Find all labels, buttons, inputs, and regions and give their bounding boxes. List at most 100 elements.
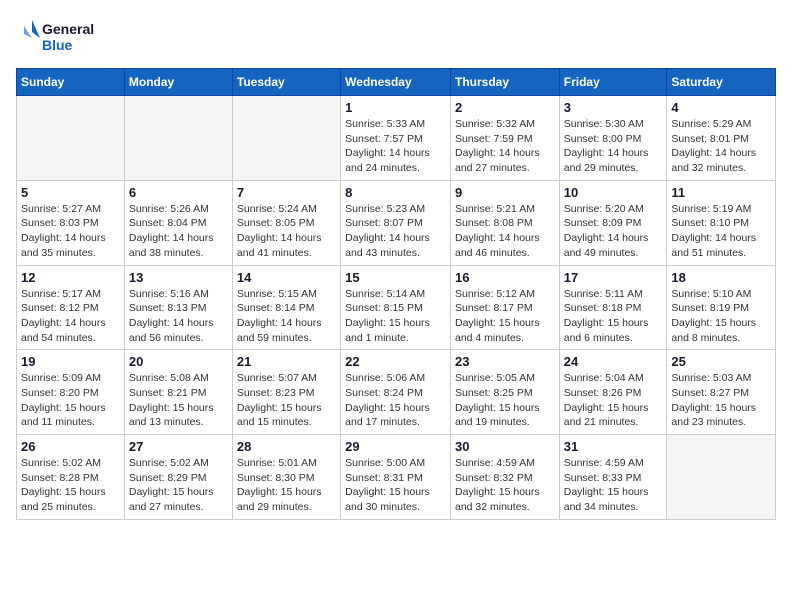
day-info: Sunrise: 5:27 AM Sunset: 8:03 PM Dayligh…	[21, 202, 120, 261]
day-info: Sunrise: 5:29 AM Sunset: 8:01 PM Dayligh…	[671, 117, 771, 176]
day-info: Sunrise: 5:11 AM Sunset: 8:18 PM Dayligh…	[564, 287, 663, 346]
calendar-day-cell: 24 Sunrise: 5:04 AM Sunset: 8:26 PM Dayli…	[559, 350, 667, 435]
day-number: 2	[455, 100, 555, 115]
day-info: Sunrise: 5:09 AM Sunset: 8:20 PM Dayligh…	[21, 371, 120, 430]
calendar-day-cell: 31 Sunrise: 4:59 AM Sunset: 8:33 PM Dayli…	[559, 435, 667, 520]
day-number: 21	[237, 354, 336, 369]
logo: General Blue	[16, 16, 106, 60]
day-number: 10	[564, 185, 663, 200]
day-info: Sunrise: 5:26 AM Sunset: 8:04 PM Dayligh…	[129, 202, 228, 261]
day-info: Sunrise: 5:16 AM Sunset: 8:13 PM Dayligh…	[129, 287, 228, 346]
calendar-day-cell: 14 Sunrise: 5:15 AM Sunset: 8:14 PM Dayli…	[232, 265, 340, 350]
day-info: Sunrise: 5:20 AM Sunset: 8:09 PM Dayligh…	[564, 202, 663, 261]
svg-text:General: General	[42, 21, 94, 37]
calendar-day-cell	[667, 435, 776, 520]
day-info: Sunrise: 5:12 AM Sunset: 8:17 PM Dayligh…	[455, 287, 555, 346]
day-info: Sunrise: 5:02 AM Sunset: 8:29 PM Dayligh…	[129, 456, 228, 515]
day-number: 8	[345, 185, 446, 200]
day-number: 6	[129, 185, 228, 200]
calendar-day-cell: 3 Sunrise: 5:30 AM Sunset: 8:00 PM Daylig…	[559, 96, 667, 181]
calendar-day-cell: 8 Sunrise: 5:23 AM Sunset: 8:07 PM Daylig…	[341, 180, 451, 265]
day-info: Sunrise: 5:32 AM Sunset: 7:59 PM Dayligh…	[455, 117, 555, 176]
calendar-week-row: 5Sunrise: 5:27 AM Sunset: 8:03 PM Daylig…	[17, 180, 776, 265]
day-number: 22	[345, 354, 446, 369]
calendar-table: SundayMondayTuesdayWednesdayThursdayFrid…	[16, 68, 776, 520]
day-number: 11	[671, 185, 771, 200]
day-number: 31	[564, 439, 663, 454]
calendar-day-cell	[232, 96, 340, 181]
weekday-header: Wednesday	[341, 69, 451, 96]
weekday-header: Saturday	[667, 69, 776, 96]
calendar-day-cell: 16 Sunrise: 5:12 AM Sunset: 8:17 PM Dayli…	[450, 265, 559, 350]
calendar-day-cell: 17 Sunrise: 5:11 AM Sunset: 8:18 PM Dayli…	[559, 265, 667, 350]
day-info: Sunrise: 5:15 AM Sunset: 8:14 PM Dayligh…	[237, 287, 336, 346]
day-number: 1	[345, 100, 446, 115]
day-info: Sunrise: 5:04 AM Sunset: 8:26 PM Dayligh…	[564, 371, 663, 430]
calendar-day-cell: 23 Sunrise: 5:05 AM Sunset: 8:25 PM Dayli…	[450, 350, 559, 435]
weekday-header: Tuesday	[232, 69, 340, 96]
day-info: Sunrise: 5:33 AM Sunset: 7:57 PM Dayligh…	[345, 117, 446, 176]
day-info: Sunrise: 5:24 AM Sunset: 8:05 PM Dayligh…	[237, 202, 336, 261]
weekday-header: Friday	[559, 69, 667, 96]
calendar-day-cell: 30Sunrise: 4:59 AM Sunset: 8:32 PM Dayli…	[450, 435, 559, 520]
day-number: 3	[564, 100, 663, 115]
calendar-day-cell: 1 Sunrise: 5:33 AM Sunset: 7:57 PM Daylig…	[341, 96, 451, 181]
day-number: 23	[455, 354, 555, 369]
day-info: Sunrise: 5:02 AM Sunset: 8:28 PM Dayligh…	[21, 456, 120, 515]
calendar-day-cell: 11Sunrise: 5:19 AM Sunset: 8:10 PM Dayli…	[667, 180, 776, 265]
logo-svg: General Blue	[16, 16, 106, 60]
day-number: 25	[671, 354, 771, 369]
day-info: Sunrise: 4:59 AM Sunset: 8:33 PM Dayligh…	[564, 456, 663, 515]
day-info: Sunrise: 5:00 AM Sunset: 8:31 PM Dayligh…	[345, 456, 446, 515]
day-info: Sunrise: 5:06 AM Sunset: 8:24 PM Dayligh…	[345, 371, 446, 430]
day-number: 14	[237, 270, 336, 285]
day-info: Sunrise: 5:17 AM Sunset: 8:12 PM Dayligh…	[21, 287, 120, 346]
day-info: Sunrise: 5:14 AM Sunset: 8:15 PM Dayligh…	[345, 287, 446, 346]
day-number: 7	[237, 185, 336, 200]
day-info: Sunrise: 5:05 AM Sunset: 8:25 PM Dayligh…	[455, 371, 555, 430]
day-number: 17	[564, 270, 663, 285]
day-number: 28	[237, 439, 336, 454]
calendar-day-cell: 7 Sunrise: 5:24 AM Sunset: 8:05 PM Daylig…	[232, 180, 340, 265]
day-info: Sunrise: 5:01 AM Sunset: 8:30 PM Dayligh…	[237, 456, 336, 515]
calendar-day-cell	[124, 96, 232, 181]
calendar-day-cell: 5Sunrise: 5:27 AM Sunset: 8:03 PM Daylig…	[17, 180, 125, 265]
day-info: Sunrise: 5:30 AM Sunset: 8:00 PM Dayligh…	[564, 117, 663, 176]
calendar-day-cell: 2 Sunrise: 5:32 AM Sunset: 7:59 PM Daylig…	[450, 96, 559, 181]
calendar-day-cell: 20Sunrise: 5:08 AM Sunset: 8:21 PM Dayli…	[124, 350, 232, 435]
day-number: 26	[21, 439, 120, 454]
day-info: Sunrise: 5:10 AM Sunset: 8:19 PM Dayligh…	[671, 287, 771, 346]
day-number: 9	[455, 185, 555, 200]
page-header: General Blue	[16, 16, 776, 60]
calendar-week-row: 12Sunrise: 5:17 AM Sunset: 8:12 PM Dayli…	[17, 265, 776, 350]
calendar-day-cell	[17, 96, 125, 181]
svg-text:Blue: Blue	[42, 37, 73, 53]
day-number: 27	[129, 439, 228, 454]
day-number: 19	[21, 354, 120, 369]
day-number: 4	[671, 100, 771, 115]
day-number: 15	[345, 270, 446, 285]
calendar-day-cell: 19 Sunrise: 5:09 AM Sunset: 8:20 PM Dayli…	[17, 350, 125, 435]
weekday-header: Thursday	[450, 69, 559, 96]
day-info: Sunrise: 5:07 AM Sunset: 8:23 PM Dayligh…	[237, 371, 336, 430]
calendar-day-cell: 22 Sunrise: 5:06 AM Sunset: 8:24 PM Dayli…	[341, 350, 451, 435]
day-info: Sunrise: 4:59 AM Sunset: 8:32 PM Dayligh…	[455, 456, 555, 515]
calendar-week-row: 19 Sunrise: 5:09 AM Sunset: 8:20 PM Dayli…	[17, 350, 776, 435]
calendar-day-cell: 4 Sunrise: 5:29 AM Sunset: 8:01 PM Daylig…	[667, 96, 776, 181]
calendar-day-cell: 12Sunrise: 5:17 AM Sunset: 8:12 PM Dayli…	[17, 265, 125, 350]
calendar-day-cell: 10 Sunrise: 5:20 AM Sunset: 8:09 PM Dayli…	[559, 180, 667, 265]
calendar-day-cell: 21 Sunrise: 5:07 AM Sunset: 8:23 PM Dayli…	[232, 350, 340, 435]
calendar-day-cell: 13 Sunrise: 5:16 AM Sunset: 8:13 PM Dayli…	[124, 265, 232, 350]
calendar-day-cell: 9 Sunrise: 5:21 AM Sunset: 8:08 PM Daylig…	[450, 180, 559, 265]
calendar-header-row: SundayMondayTuesdayWednesdayThursdayFrid…	[17, 69, 776, 96]
day-number: 29	[345, 439, 446, 454]
calendar-day-cell: 28 Sunrise: 5:01 AM Sunset: 8:30 PM Dayli…	[232, 435, 340, 520]
day-number: 18	[671, 270, 771, 285]
day-number: 16	[455, 270, 555, 285]
day-info: Sunrise: 5:23 AM Sunset: 8:07 PM Dayligh…	[345, 202, 446, 261]
day-number: 13	[129, 270, 228, 285]
calendar-week-row: 26 Sunrise: 5:02 AM Sunset: 8:28 PM Dayli…	[17, 435, 776, 520]
day-number: 24	[564, 354, 663, 369]
day-info: Sunrise: 5:21 AM Sunset: 8:08 PM Dayligh…	[455, 202, 555, 261]
calendar-day-cell: 6 Sunrise: 5:26 AM Sunset: 8:04 PM Daylig…	[124, 180, 232, 265]
